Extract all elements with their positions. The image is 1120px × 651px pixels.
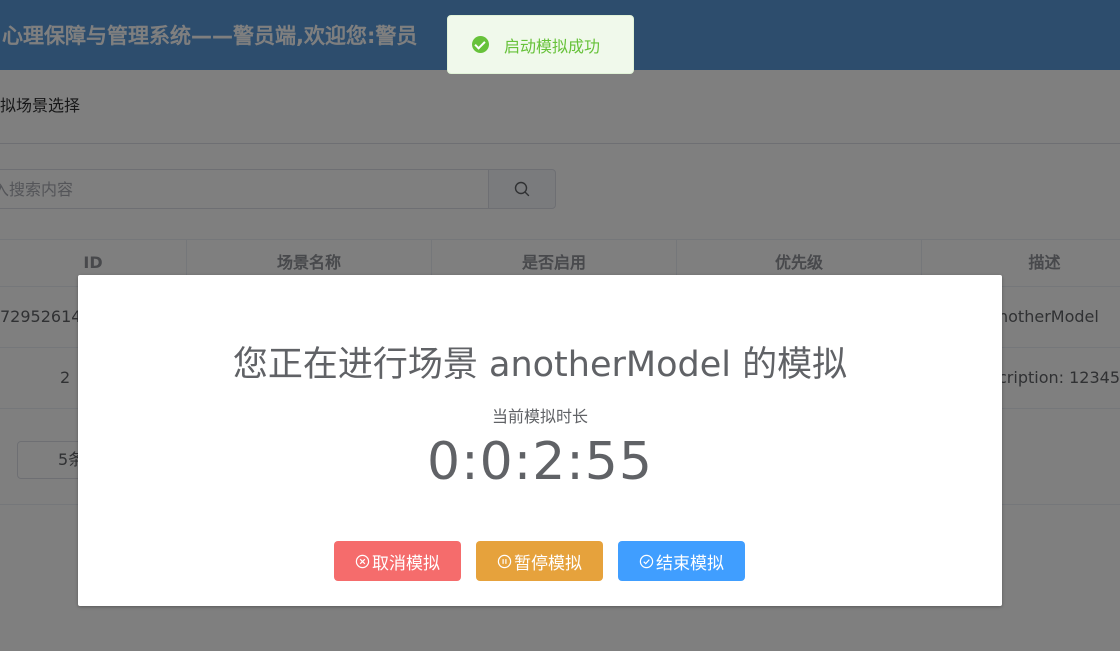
pause-simulation-button[interactable]: 暂停模拟 — [476, 541, 603, 581]
dialog-title: 您正在进行场景 anotherModel 的模拟 — [232, 345, 848, 385]
success-toast: 启动模拟成功 — [447, 15, 634, 74]
duration-timer: 0:0:2:55 — [427, 432, 653, 492]
end-simulation-button[interactable]: 结束模拟 — [618, 541, 745, 581]
cancel-simulation-label: 取消模拟 — [372, 553, 440, 574]
toast-message: 启动模拟成功 — [504, 36, 601, 56]
simulation-dialog: 您正在进行场景 anotherModel 的模拟 当前模拟时长 0:0:2:55… — [78, 275, 1002, 606]
cancel-simulation-button[interactable]: 取消模拟 — [334, 541, 461, 581]
circle-close-icon — [355, 554, 370, 568]
success-check-icon — [472, 36, 489, 53]
pause-icon — [497, 554, 512, 568]
circle-check-icon — [639, 554, 654, 568]
duration-label: 当前模拟时长 — [491, 407, 588, 426]
end-simulation-label: 结束模拟 — [656, 553, 724, 574]
pause-simulation-label: 暂停模拟 — [514, 553, 582, 574]
